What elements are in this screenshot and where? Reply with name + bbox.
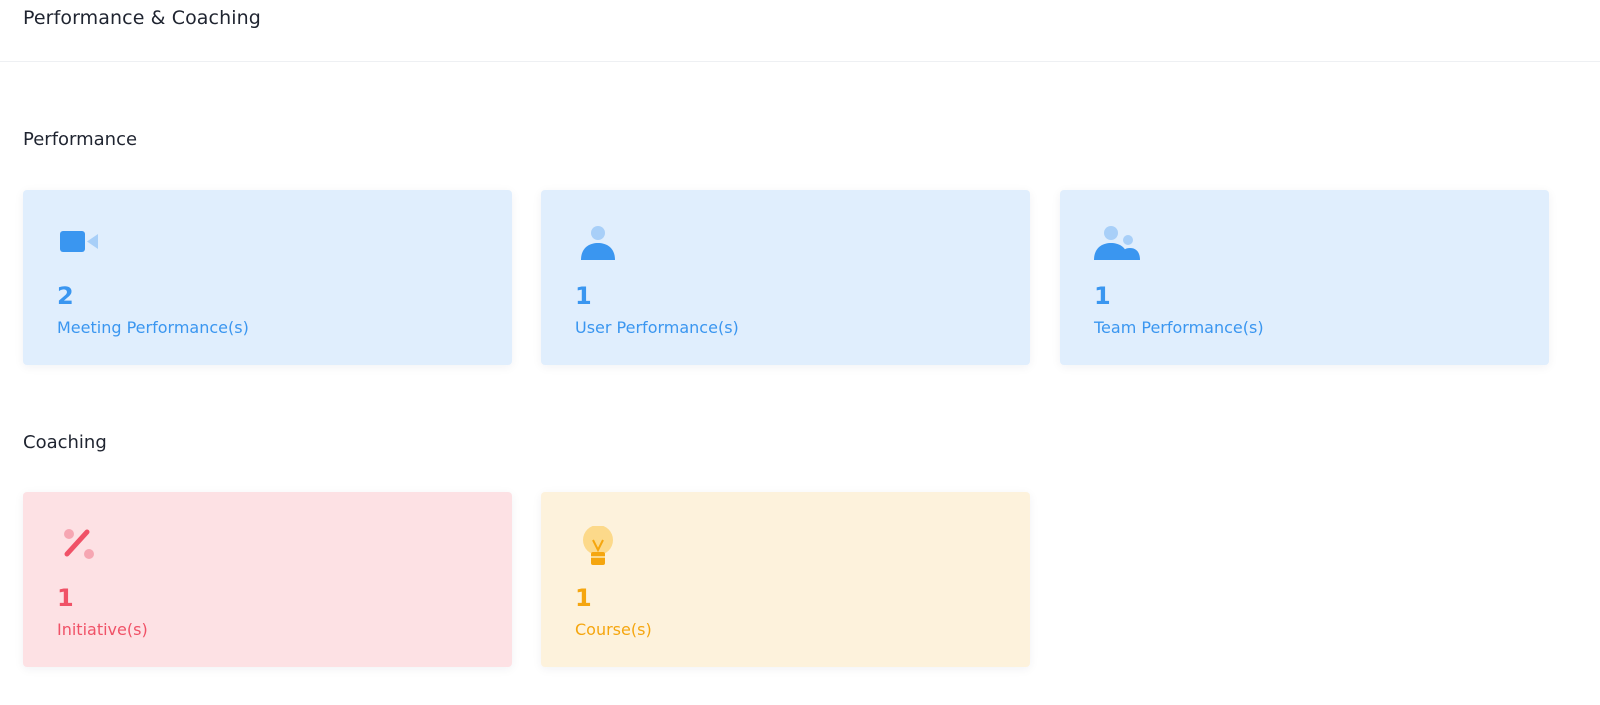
- course-card[interactable]: 1 Course(s): [541, 492, 1030, 667]
- user-performance-label: User Performance(s): [575, 318, 739, 337]
- performance-section-title: Performance: [23, 129, 138, 150]
- page-title: Performance & Coaching: [23, 7, 261, 29]
- user-performance-count: 1: [575, 282, 592, 310]
- percent-icon: [57, 526, 101, 566]
- initiative-label: Initiative(s): [57, 620, 148, 639]
- team-performance-card[interactable]: 1 Team Performance(s): [1060, 190, 1549, 365]
- page-header: Performance & Coaching: [0, 0, 1600, 62]
- meeting-performance-count: 2: [57, 282, 74, 310]
- initiative-count: 1: [57, 584, 74, 612]
- video-camera-icon: [57, 224, 101, 264]
- team-performance-count: 1: [1094, 282, 1111, 310]
- coaching-section-title: Coaching: [23, 432, 107, 453]
- team-icon: [1094, 224, 1140, 264]
- user-performance-card[interactable]: 1 User Performance(s): [541, 190, 1030, 365]
- user-icon: [575, 224, 619, 264]
- course-label: Course(s): [575, 620, 652, 639]
- team-performance-label: Team Performance(s): [1094, 318, 1264, 337]
- meeting-performance-card[interactable]: 2 Meeting Performance(s): [23, 190, 512, 365]
- lightbulb-icon: [575, 525, 619, 566]
- course-count: 1: [575, 584, 592, 612]
- initiative-card[interactable]: 1 Initiative(s): [23, 492, 512, 667]
- meeting-performance-label: Meeting Performance(s): [57, 318, 249, 337]
